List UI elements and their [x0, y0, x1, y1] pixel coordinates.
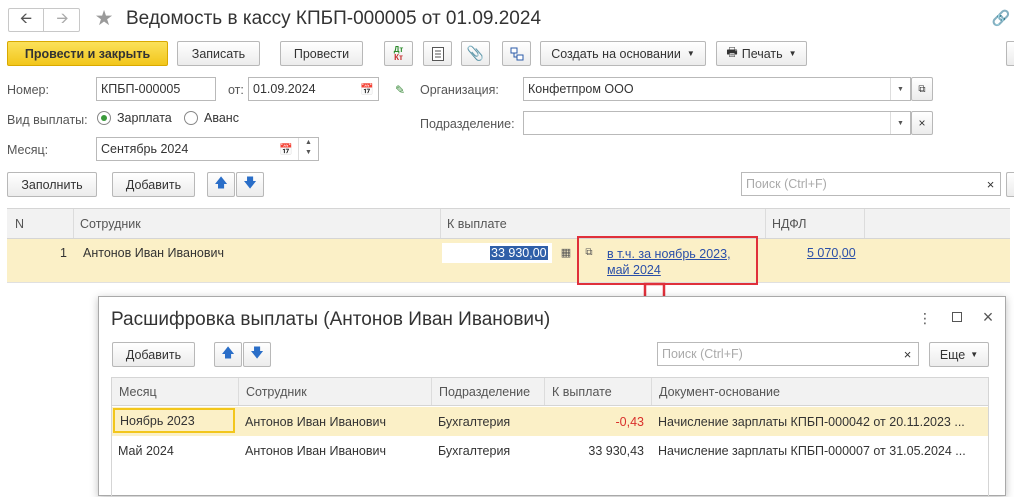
- create-based-on-label: Создать на основании: [551, 46, 681, 61]
- col-amount[interactable]: К выплате: [441, 209, 766, 238]
- arrow-up-icon: 🡅: [214, 174, 228, 190]
- month-value: Сентябрь 2024: [101, 142, 189, 156]
- close-icon[interactable]: ×: [979, 307, 997, 327]
- maximize-icon[interactable]: [950, 310, 964, 324]
- open-external-icon: ⧉: [918, 83, 926, 95]
- clear-department-button[interactable]: ×: [911, 111, 933, 135]
- close-icon: ×: [903, 346, 912, 362]
- print-button[interactable]: 🖶 Печать ▼: [716, 41, 807, 66]
- list-report-icon: [431, 46, 444, 61]
- dialog-more-label: Еще: [939, 347, 966, 362]
- chevron-down-icon: ▼: [788, 49, 797, 58]
- search-placeholder: Поиск (Ctrl+F): [746, 177, 827, 191]
- col-n[interactable]: N: [7, 209, 74, 238]
- dialog-search-input[interactable]: Поиск (Ctrl+F): [657, 342, 919, 366]
- row-n: 1: [60, 246, 67, 260]
- chevron-down-icon: ▼: [970, 350, 979, 359]
- month-label: Месяц:: [7, 143, 49, 157]
- dialog-title: Расшифровка выплаты (Антонов Иван Иванов…: [111, 309, 551, 330]
- more-menu-button[interactable]: [1006, 41, 1014, 66]
- search-input[interactable]: Поиск (Ctrl+F): [741, 172, 1001, 196]
- date-value: 01.09.2024: [253, 82, 316, 96]
- table-row[interactable]: 1 Антонов Иван Иванович 33 930,00 ▦ ⧉ в …: [7, 239, 1010, 282]
- post-button[interactable]: Провести: [280, 41, 363, 66]
- col-employee[interactable]: Сотрудник: [74, 209, 441, 238]
- radio-advance[interactable]: Аванс: [184, 111, 239, 125]
- close-icon: ×: [986, 176, 995, 192]
- dropdown-arrow-icon[interactable]: ▼: [890, 78, 910, 100]
- back-arrow-icon[interactable]: 🡨: [9, 9, 44, 31]
- organization-field[interactable]: Конфетпром ООО ▼: [523, 77, 911, 101]
- row-employee: Антонов Иван Иванович: [83, 246, 224, 260]
- report-button[interactable]: [423, 41, 452, 66]
- page-title: Ведомость в кассу КПБП-000005 от 01.09.2…: [126, 8, 542, 29]
- clear-search-button[interactable]: ×: [980, 173, 1001, 195]
- dialog-move-down-button[interactable]: 🡇: [243, 342, 271, 367]
- link-icon[interactable]: 🔗: [992, 9, 1011, 27]
- calculator-icon[interactable]: ▦: [559, 245, 573, 259]
- highlight-box: [577, 236, 758, 285]
- close-icon: ×: [918, 116, 926, 130]
- dialog-move-up-button[interactable]: 🡅: [214, 342, 242, 367]
- chevron-down-icon: ▼: [686, 49, 695, 58]
- post-and-close-button[interactable]: Провести и закрыть: [7, 41, 168, 66]
- row-ndfl[interactable]: 5 070,00: [807, 246, 856, 260]
- col-ndfl[interactable]: НДФЛ: [766, 209, 865, 238]
- payment-breakdown-dialog: Расшифровка выплаты (Антонов Иван Иванов…: [98, 296, 1006, 497]
- move-up-button[interactable]: 🡅: [207, 172, 235, 197]
- more-vertical-icon[interactable]: ⋮: [917, 309, 933, 327]
- organization-label: Организация:: [420, 83, 499, 97]
- table-body-divider: [7, 282, 1010, 283]
- dialog-clear-search-button[interactable]: ×: [897, 343, 918, 365]
- dropdown-arrow-icon[interactable]: ▼: [890, 112, 910, 134]
- pay-type-label: Вид выплаты:: [7, 113, 88, 127]
- attach-button[interactable]: 📎: [461, 41, 490, 66]
- dialog-table-frame: [111, 377, 989, 497]
- create-based-on-button[interactable]: Создать на основании ▼: [540, 41, 706, 66]
- fill-button[interactable]: Заполнить: [7, 172, 97, 197]
- history-check-icon[interactable]: ✎: [392, 82, 408, 98]
- date-field[interactable]: 01.09.2024 📅: [248, 77, 379, 101]
- structure-icon: [510, 47, 523, 60]
- calendar-icon[interactable]: 📅: [279, 142, 293, 156]
- dt-kt-button[interactable]: Дт Кт: [384, 41, 413, 66]
- row-amount: 33 930,00: [490, 246, 548, 260]
- arrow-down-icon: 🡇: [243, 174, 257, 190]
- department-field[interactable]: ▼: [523, 111, 911, 135]
- save-button[interactable]: Записать: [177, 41, 260, 66]
- structure-button[interactable]: [502, 41, 531, 66]
- from-label: от:: [228, 83, 244, 97]
- move-down-button[interactable]: 🡇: [236, 172, 264, 197]
- dialog-add-button[interactable]: Добавить: [112, 342, 195, 367]
- calendar-icon[interactable]: 📅: [360, 82, 374, 96]
- month-field[interactable]: Сентябрь 2024 📅 ▲ ▼: [96, 137, 319, 161]
- add-button[interactable]: Добавить: [112, 172, 195, 197]
- dialog-more-button[interactable]: Еще ▼: [929, 342, 989, 367]
- month-stepper[interactable]: ▲ ▼: [298, 138, 318, 160]
- arrow-up-icon: 🡅: [221, 344, 235, 360]
- number-field[interactable]: КПБП-000005: [96, 77, 216, 101]
- table-header: N Сотрудник К выплате НДФЛ: [7, 208, 1010, 239]
- print-label: Печать: [741, 46, 783, 61]
- number-label: Номер:: [7, 83, 49, 97]
- radio-salary[interactable]: Зарплата: [97, 111, 172, 125]
- paperclip-icon: 📎: [466, 45, 485, 61]
- open-organization-button[interactable]: ⧉: [911, 77, 933, 101]
- department-label: Подразделение:: [420, 117, 515, 131]
- more-table-button[interactable]: [1006, 172, 1014, 197]
- organization-value: Конфетпром ООО: [528, 82, 634, 96]
- favorite-star-icon[interactable]: ★: [92, 6, 116, 30]
- radio-salary-label: Зарплата: [117, 111, 172, 125]
- arrow-down-icon: 🡇: [250, 344, 264, 360]
- forward-arrow-icon[interactable]: 🡪: [45, 9, 80, 31]
- radio-advance-label: Аванс: [204, 111, 239, 125]
- radio-selected-icon: [97, 111, 111, 125]
- dialog-search-placeholder: Поиск (Ctrl+F): [662, 347, 743, 361]
- nav-arrows: 🡨 🡪: [8, 8, 80, 32]
- dt-kt-icon: Дт Кт: [393, 44, 404, 62]
- printer-icon: 🖶: [726, 45, 738, 59]
- radio-unselected-icon: [184, 111, 198, 125]
